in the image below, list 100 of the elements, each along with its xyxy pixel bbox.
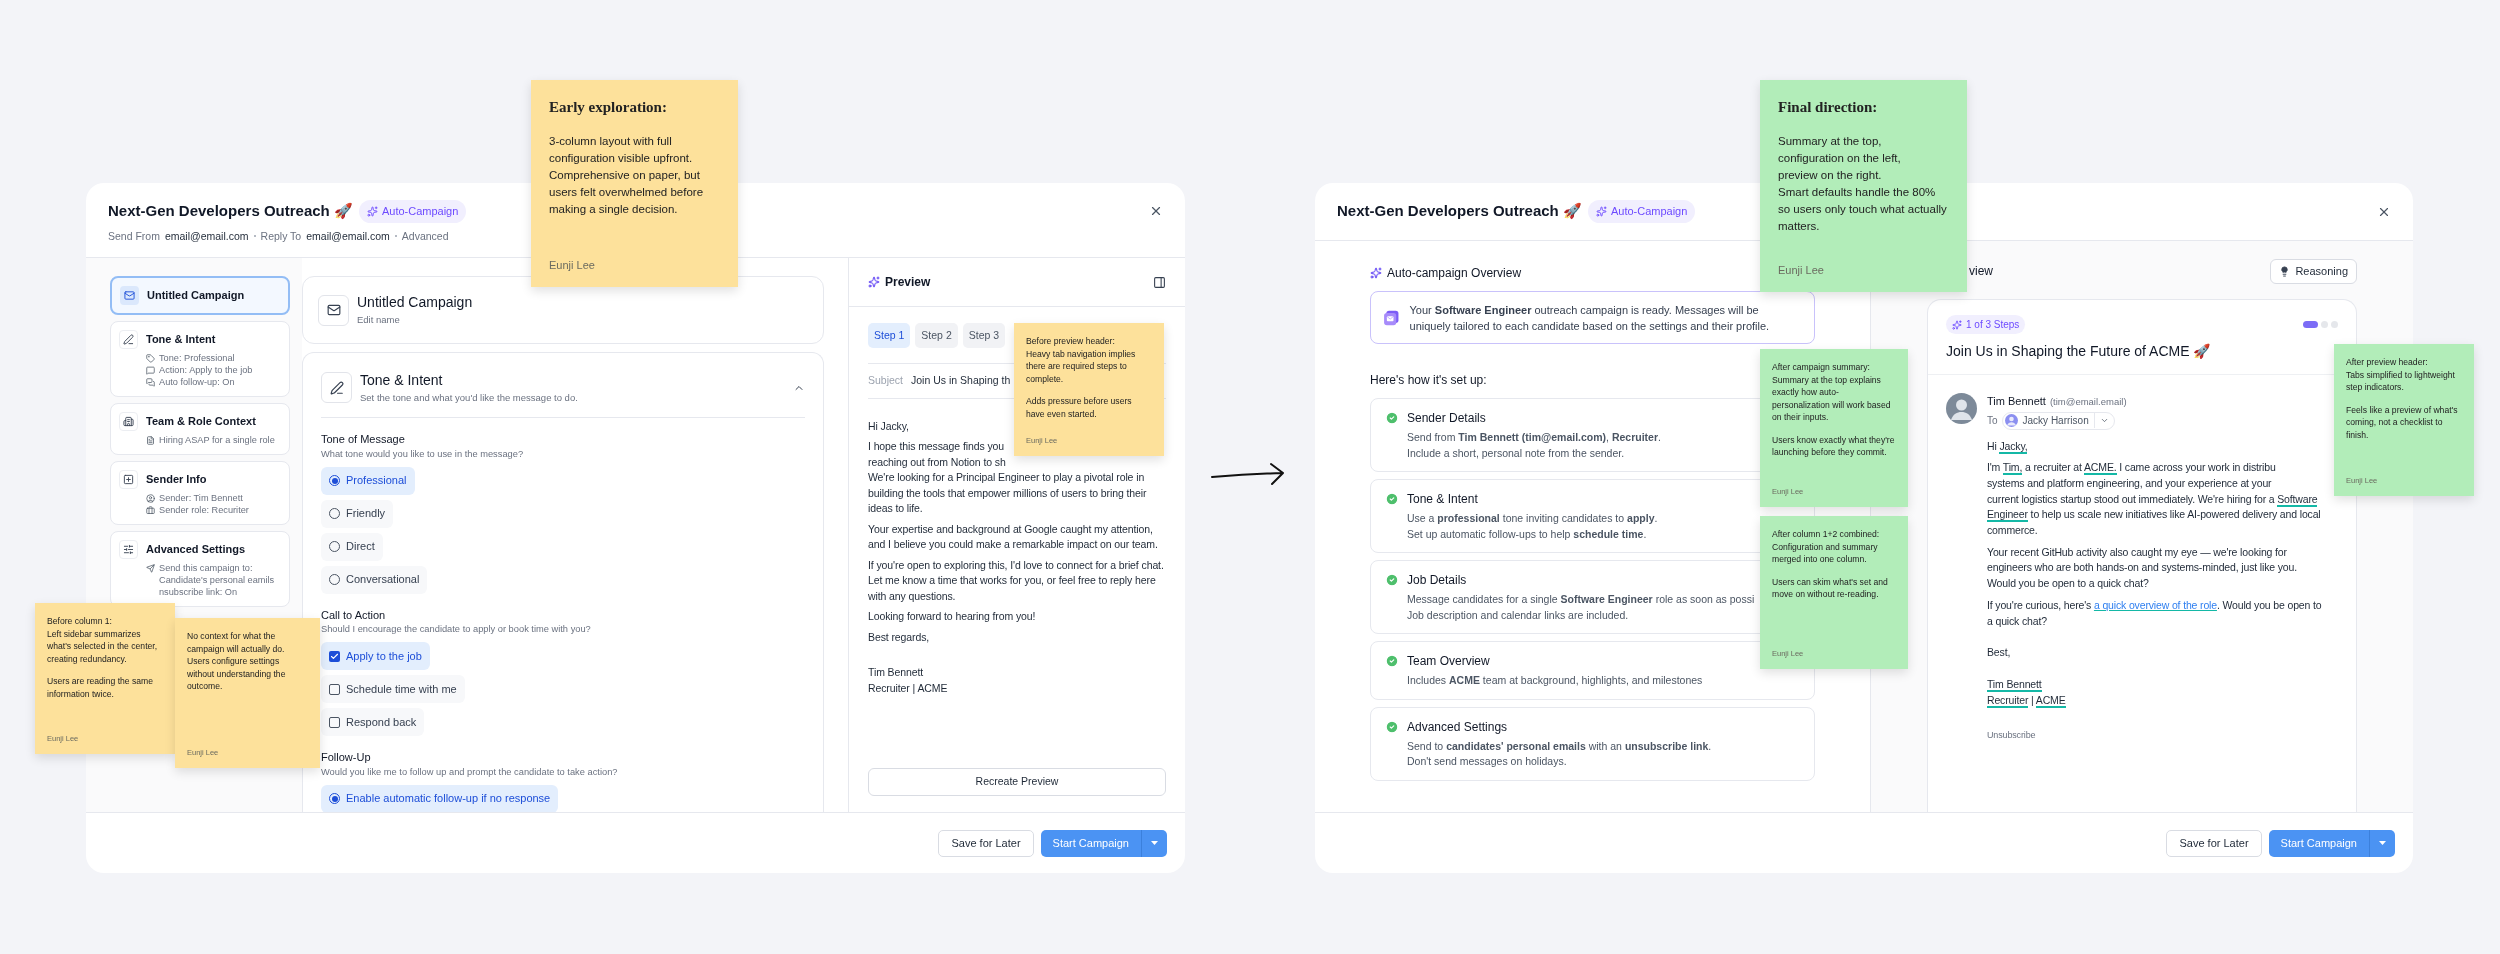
sidebar-item[interactable]: Sender Info Sender: Tim Bennett Sender role: Recuriter: [110, 461, 290, 525]
campaign-title: Untitled Campaign: [357, 293, 473, 313]
save-for-later-button[interactable]: Save for Later: [938, 829, 1034, 857]
close-icon[interactable]: [1149, 204, 1163, 218]
setup-item-text: Use a professional tone inviting candidates to apply.: [1407, 511, 1658, 526]
sparkle-icon: [366, 205, 378, 217]
advanced-link[interactable]: Advanced: [401, 228, 449, 245]
sidebar-item[interactable]: Untitled Campaign: [110, 276, 290, 315]
avatar: [2004, 414, 2018, 427]
signature-text: Tim Bennett: [868, 665, 924, 681]
note-title: Final direction:: [1778, 98, 1879, 117]
step-badge: 1 of 3 Steps: [1946, 315, 2026, 334]
note-text: After preview header: Tabs simplified to lightweight step indicators.: [2346, 356, 2456, 394]
note-text: Before preview header: Heavy tab navigation implies there are required steps to complete.: [1026, 335, 1137, 385]
briefcase-icon: [146, 505, 155, 515]
sender-email: (tim@email.email): [2049, 395, 2127, 409]
email-text: I'm Tim, a recruiter at ACME. I came across your work in distribu: [1987, 460, 2276, 476]
setup-item-text: Send to candidates' personal emails with an unsubscribe link.: [1407, 738, 1712, 754]
meta-value: email@email.com: [306, 228, 390, 244]
subject-text: Join Us in Shaping th: [911, 373, 1011, 388]
step-tab[interactable]: Step 3: [962, 323, 1006, 348]
note-title: Early exploration:: [549, 98, 668, 117]
pen-icon: [329, 380, 344, 395]
email-text: If you're curious, here's a quick overview of the role. Would you be open to a quick chat?: [1987, 597, 2323, 629]
email-text: If you're open to exploring this, I'd love to connect for a brief chat. Let me know a time that works for you, or feel free to reply here with any questions.: [868, 557, 1165, 604]
email-text: Your recent GitHub activity also caught my eye — we're looking for engineers who are both hands-on and systems-minded, just like you. Would you be open to a quick chat?: [1987, 544, 2298, 592]
sidebar-item-title: Sender Info: [146, 472, 207, 488]
question-hint: Should I encourage the candidate to apply or book time with you?: [321, 623, 592, 637]
sidebar-item-title: Team & Role Context: [146, 414, 256, 430]
email-text: Your expertise and background at Google caught my attention, and I believe you could make a remarkable impact on our team.: [868, 521, 1159, 553]
radio-option[interactable]: Direct: [321, 532, 383, 561]
signature-text: Recruiter | ACME: [868, 680, 948, 696]
signature-text: Tim Bennett: [1987, 676, 2042, 693]
unsubscribe-link[interactable]: Unsubscribe: [1987, 728, 2036, 745]
caret-icon: [2379, 841, 2386, 845]
envelope-icon: [124, 290, 135, 301]
note-text: After column 1+2 combined: Configuration and summary merged into one column.: [1772, 528, 1881, 566]
reasoning-button[interactable]: Reasoning: [2270, 258, 2357, 284]
dropdown-button[interactable]: [2369, 829, 2395, 857]
window-title: Next-Gen Developers Outreach 🚀: [1337, 201, 1582, 222]
sidebar-detail: Sender role: Recuriter: [159, 504, 249, 516]
checkbox: [329, 716, 340, 728]
sidebar-item[interactable]: Advanced Settings Send this campaign to: Candidate's personal eamils nsubscribe link: On: [110, 531, 290, 607]
note-text: 3-column layout with full configuration visible upfront. Comprehensive on paper, but users felt overwhelmed before making a single decision.: [549, 133, 705, 217]
setup-heading: Here's how it's set up:: [1370, 372, 1487, 389]
avatar: [1946, 393, 1977, 424]
sidebar-item[interactable]: Tone & Intent Tone: Professional Action: Apply to the job Auto follow-up: On: [110, 321, 290, 397]
summary-text: Your Software Engineer outreach campaign is ready. Messages will be uniquely tailored to each candidate based on the settings and their profile.: [1409, 302, 1771, 334]
auto-campaign-badge: Auto-Campaign: [1587, 200, 1696, 223]
radio-option[interactable]: Enable automatic follow-up if no response: [321, 784, 559, 812]
recreate-preview-button[interactable]: Recreate Preview: [868, 768, 1166, 796]
checkbox-option[interactable]: Apply to the job: [321, 642, 430, 671]
auto-campaign-badge: Auto-Campaign: [358, 200, 467, 223]
building-icon: [123, 416, 134, 427]
save-for-later-button[interactable]: Save for Later: [2166, 829, 2262, 857]
sidebar-item-title: Advanced Settings: [146, 542, 246, 558]
role-overview-link[interactable]: a quick overview of the role: [2093, 598, 2217, 611]
sparkle-icon: [1952, 319, 1962, 330]
setup-item-text: Includes ACME team at background, highlights, and milestones: [1407, 673, 1703, 688]
tag-icon: [146, 353, 155, 363]
sidebar-item[interactable]: Team & Role Context Hiring ASAP for a single role: [110, 403, 290, 455]
note-text: Adds pressure before users have even started.: [1026, 395, 1133, 420]
note-text: Feels like a preview of what's coming, not a checklist to finish.: [2346, 403, 2459, 441]
sidebar-detail: Candidate's personal eamils: [159, 574, 275, 586]
email-text: We're looking for a Principal Engineer to play a pivotal role in building the tools that empower millions of users to bring their ideas to life.: [868, 470, 1148, 517]
note-author: Eunji Lee: [549, 257, 596, 273]
radio-option[interactable]: Professional: [321, 466, 415, 495]
note-text: No context for what the campaign will actually do. Users configure settings without understanding the outcome.: [187, 630, 287, 693]
section-title: Tone & Intent: [360, 371, 444, 390]
step-indicator[interactable]: [2303, 321, 2318, 328]
setup-item-title: Job Details: [1407, 572, 1467, 589]
dropdown-button[interactable]: [1141, 829, 1167, 857]
panel-title: Preview: [885, 274, 932, 291]
sidebar-item-title: Untitled Campaign: [147, 288, 245, 304]
radio-option[interactable]: Friendly: [321, 499, 394, 528]
plus-square-icon: [123, 474, 134, 485]
sparkle-icon: [868, 276, 880, 288]
sparkle-icon: [1595, 206, 1607, 217]
user-icon: [146, 493, 155, 503]
email-subject: Join Us in Shaping the Future of ACME 🚀: [1946, 342, 2211, 361]
signature-text: Recruiter | ACME: [1987, 692, 2066, 709]
speech-bubble-icon: [146, 365, 155, 375]
step-tab[interactable]: Step 2: [915, 323, 958, 348]
note-text: After campaign summary: Summary at the top explains exactly how auto-personalization will work based on their inputs.: [1772, 361, 1892, 424]
sidebar-item-title: Tone & Intent: [146, 332, 216, 348]
checkbox-option[interactable]: Schedule time with me: [321, 675, 465, 704]
question-label: Tone of Message: [321, 432, 406, 448]
sidebar-detail: nsubscribe link: On: [159, 586, 238, 598]
checkbox: [329, 683, 340, 695]
edit-name-link[interactable]: Edit name: [357, 313, 473, 328]
caret-icon: [1151, 841, 1158, 845]
checkbox: [329, 650, 340, 662]
sidebar-toggle-icon[interactable]: [1153, 275, 1166, 289]
setup-item-text: Send from Tim Bennett (tim@email.com), Recruiter.: [1407, 430, 1661, 445]
email-text: Hi Jacky,: [1987, 438, 2028, 455]
step-tab[interactable]: Step 1: [868, 323, 911, 348]
radio-option[interactable]: Conversational: [321, 565, 428, 594]
checkbox-option[interactable]: Respond back: [321, 708, 425, 737]
sidebar-detail: Sender: Tim Bennett: [159, 492, 243, 504]
note-author: Eunji Lee: [1778, 262, 1825, 278]
